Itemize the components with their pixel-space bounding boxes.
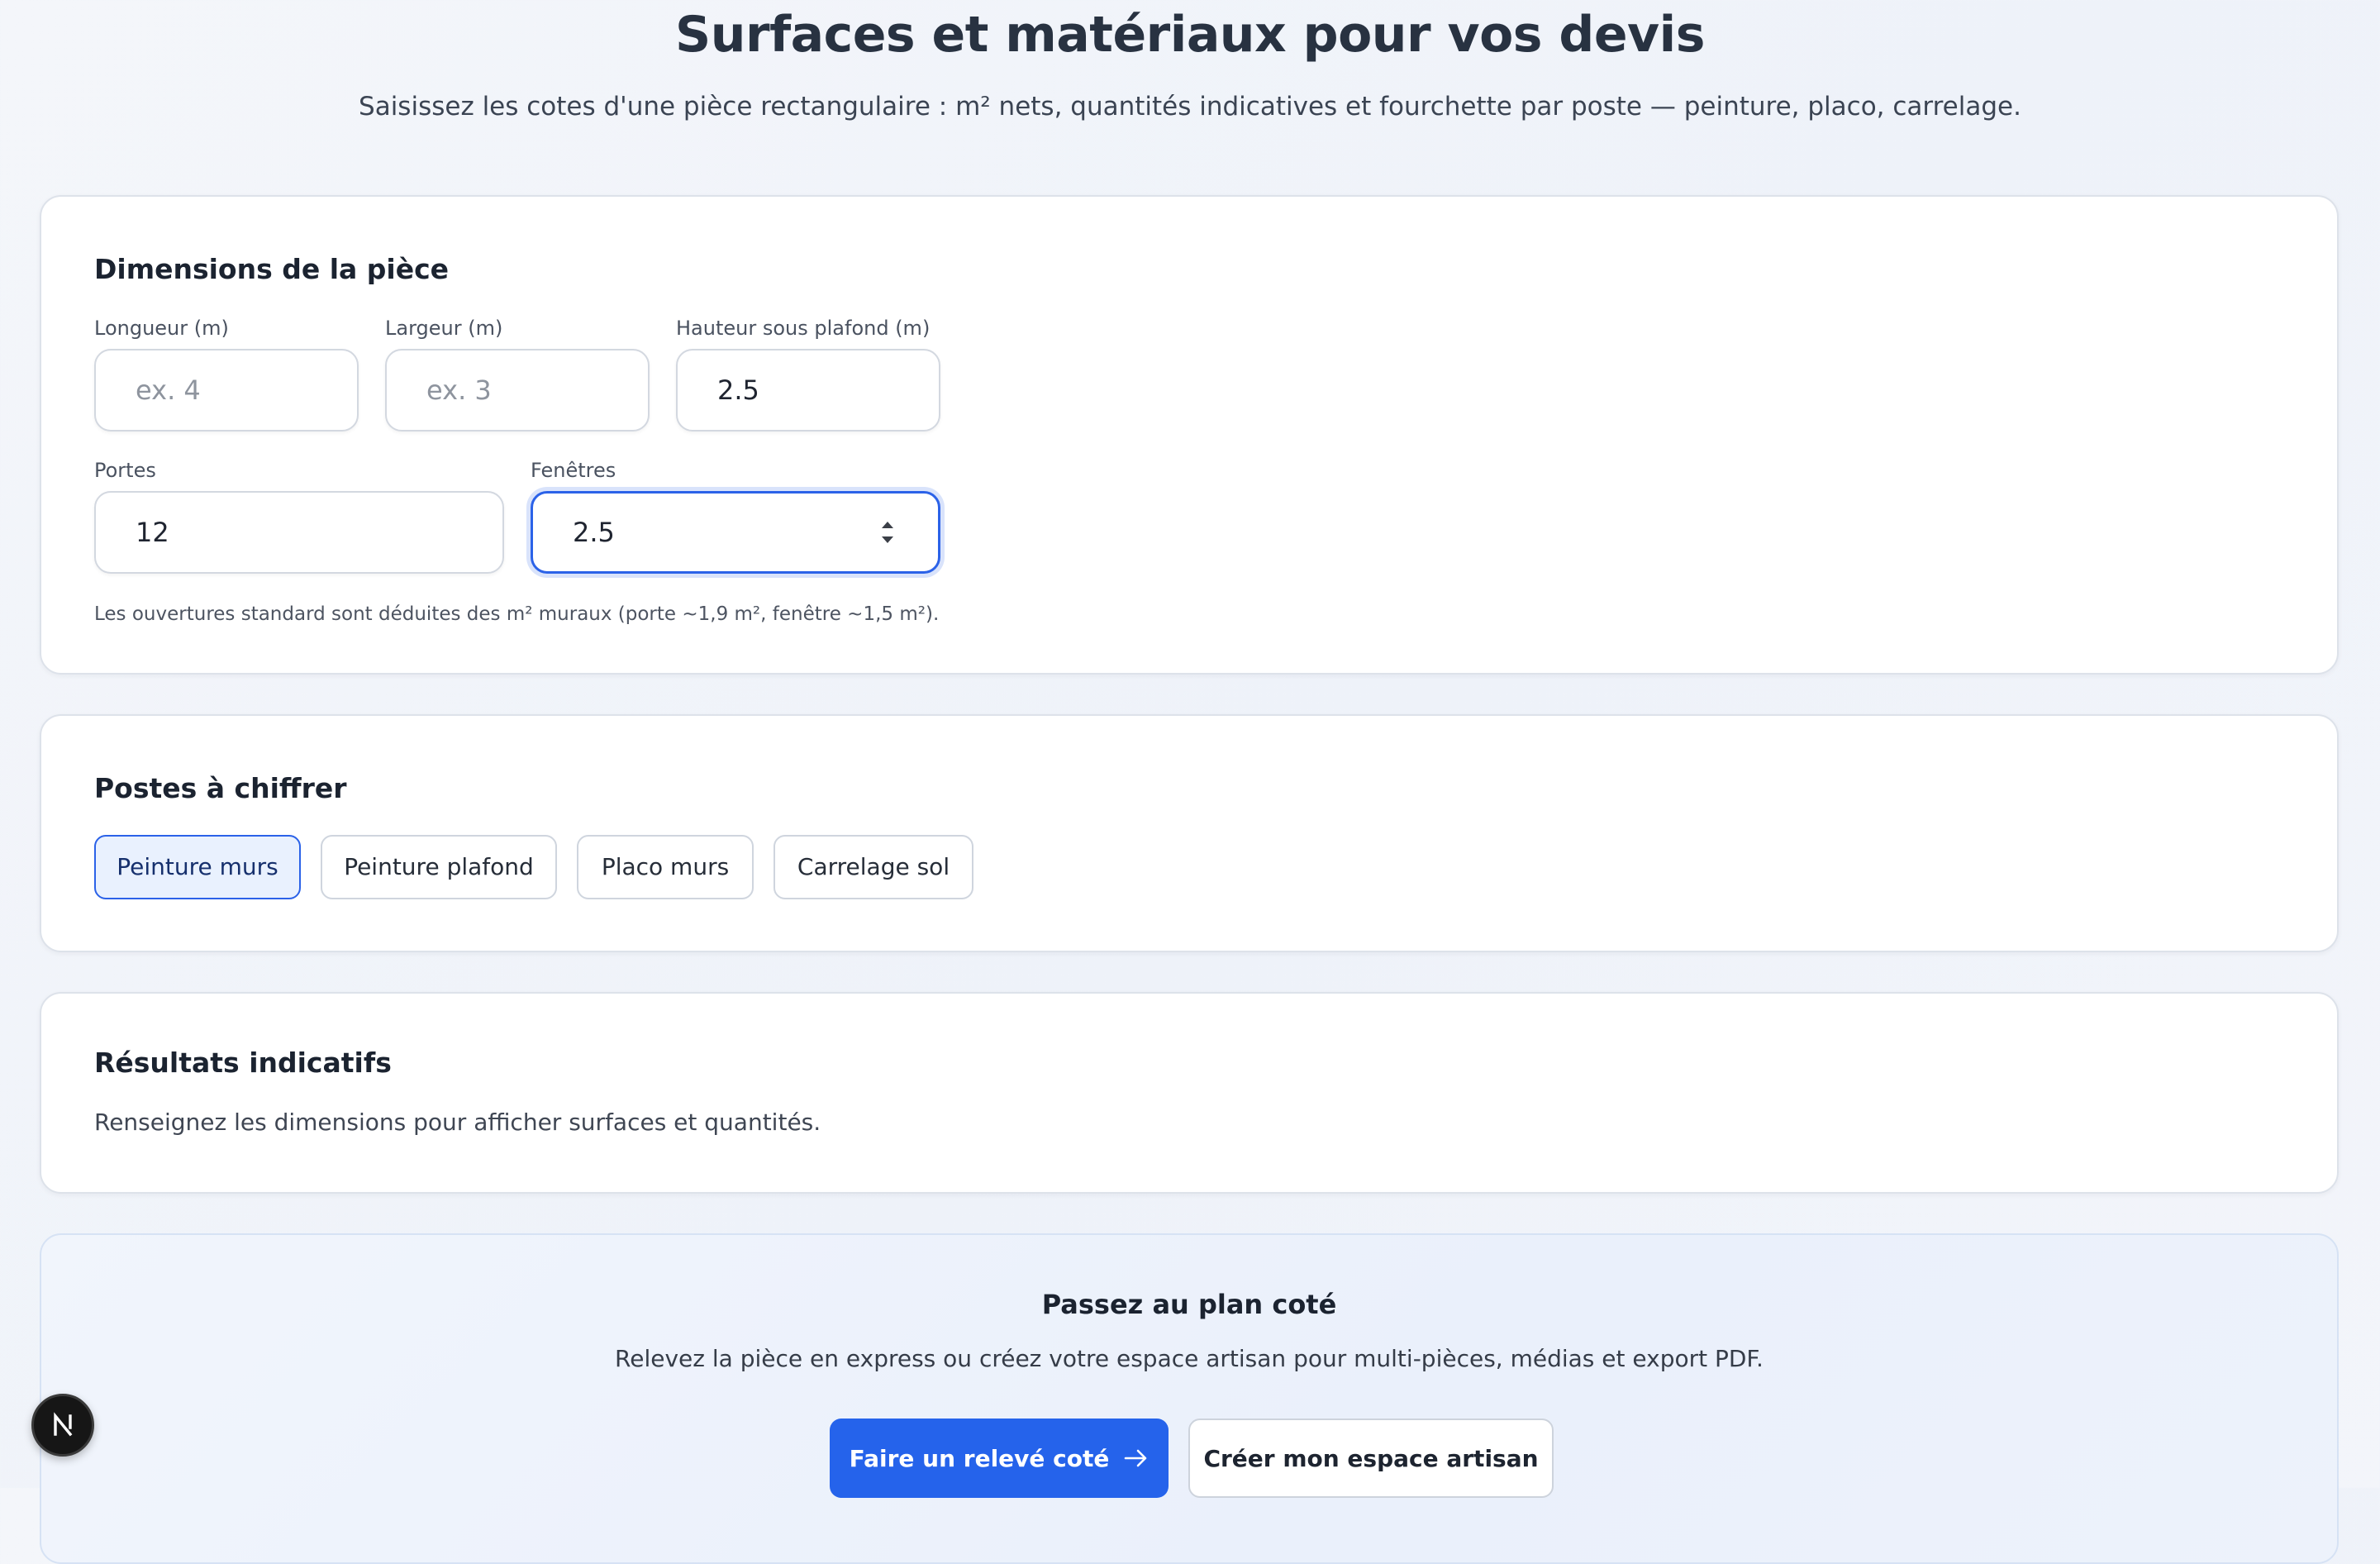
dimensions-title: Dimensions de la pièce xyxy=(94,253,450,285)
chip-peinture-plafond[interactable]: Peinture plafond xyxy=(321,835,557,899)
next-logo-badge[interactable] xyxy=(31,1394,94,1457)
width-input[interactable] xyxy=(385,349,650,432)
page-subtitle: Saisissez les cotes d'une pièce rectangu… xyxy=(359,92,2021,122)
dimensions-card: Dimensions de la pièce Longueur (m) Larg… xyxy=(40,195,2339,675)
cta-title: Passez au plan coté xyxy=(1041,1289,1337,1320)
results-title: Résultats indicatifs xyxy=(94,1047,392,1079)
results-empty-text: Renseignez les dimensions pour afficher … xyxy=(94,1109,821,1136)
doors-label: Portes xyxy=(94,459,156,482)
chip-placo-murs[interactable]: Placo murs xyxy=(577,835,754,899)
cta-card: Passez au plan coté Relevez la pièce en … xyxy=(40,1233,2339,1564)
chip-peinture-murs[interactable]: Peinture murs xyxy=(94,835,301,899)
releve-cote-label: Faire un relevé coté xyxy=(849,1444,1110,1472)
espace-artisan-button[interactable]: Créer mon espace artisan xyxy=(1188,1419,1554,1498)
releve-cote-button[interactable]: Faire un relevé coté xyxy=(830,1419,1169,1498)
height-label: Hauteur sous plafond (m) xyxy=(676,317,931,340)
openings-hint: Les ouvertures standard sont déduites de… xyxy=(94,603,940,625)
doors-input[interactable] xyxy=(94,491,504,574)
postes-title: Postes à chiffrer xyxy=(94,772,347,804)
length-input[interactable] xyxy=(94,349,359,432)
number-stepper-icon[interactable] xyxy=(876,514,899,551)
arrow-right-icon xyxy=(1125,1449,1147,1467)
next-logo-icon xyxy=(54,1412,73,1437)
chip-carrelage-sol[interactable]: Carrelage sol xyxy=(774,835,973,899)
length-label: Longueur (m) xyxy=(94,317,229,340)
postes-card: Postes à chiffrer Peinture murs Peinture… xyxy=(40,714,2339,952)
height-input[interactable] xyxy=(676,349,940,432)
windows-label: Fenêtres xyxy=(531,459,616,482)
results-card: Résultats indicatifs Renseignez les dime… xyxy=(40,992,2339,1194)
cta-text: Relevez la pièce en express ou créez vot… xyxy=(615,1345,1764,1372)
width-label: Largeur (m) xyxy=(385,317,503,340)
page-title: Surfaces et matériaux pour vos devis xyxy=(675,6,1705,64)
